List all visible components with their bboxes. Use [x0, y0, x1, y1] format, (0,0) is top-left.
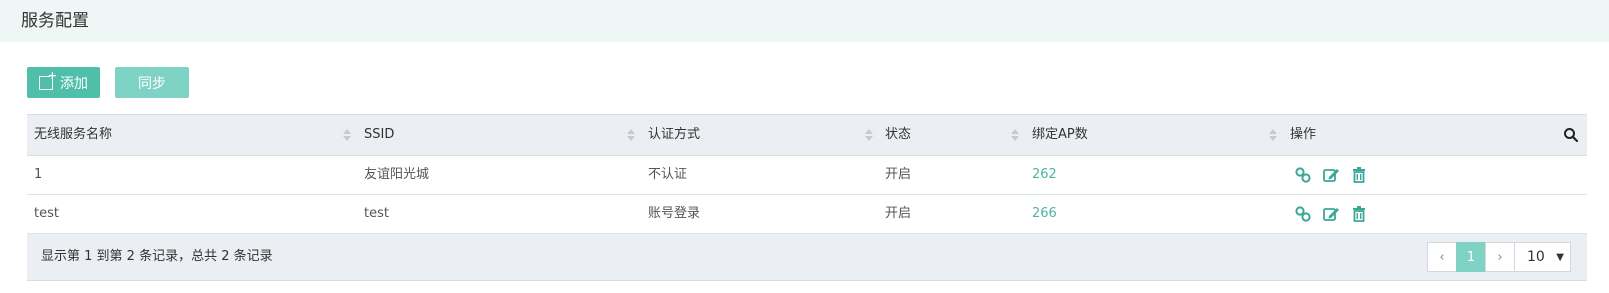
pagination: ‹ 1 › 10 ▼ [1427, 242, 1571, 272]
row-actions [1294, 205, 1368, 223]
edit-icon[interactable] [1322, 205, 1340, 223]
page-title: 服务配置 [21, 11, 89, 31]
column-header-status[interactable]: 状态 [885, 115, 911, 155]
table-row: test test 账号登录 开启 266 [27, 195, 1587, 234]
next-page-button[interactable]: › [1485, 242, 1515, 272]
sort-icon[interactable] [343, 129, 351, 141]
sort-icon[interactable] [865, 129, 873, 141]
column-header-name[interactable]: 无线服务名称 [34, 115, 112, 155]
page-button-current[interactable]: 1 [1456, 242, 1486, 272]
edit-icon[interactable] [1322, 166, 1340, 184]
sync-button-label: 同步 [138, 75, 166, 92]
column-header-auth[interactable]: 认证方式 [648, 115, 700, 155]
page-size-select[interactable]: 10 ▼ [1514, 242, 1571, 272]
cell-status: 开启 [885, 206, 912, 221]
row-actions [1294, 166, 1368, 184]
cell-name: 1 [34, 167, 43, 182]
page-size-value: 10 [1527, 249, 1545, 265]
cell-ap-count-link[interactable]: 266 [1032, 195, 1057, 233]
sort-icon[interactable] [1011, 129, 1019, 141]
prev-page-button[interactable]: ‹ [1427, 242, 1457, 272]
service-table: 无线服务名称 SSID 认证方式 状态 绑定AP数 操作 1 友谊阳光城 不认证… [27, 114, 1587, 281]
record-summary: 显示第 1 到第 2 条记录，总共 2 条记录 [41, 249, 273, 264]
add-button-label: 添加 [60, 75, 88, 92]
search-icon[interactable] [1563, 127, 1579, 143]
cell-ap-count-link[interactable]: 262 [1032, 156, 1057, 194]
sort-icon[interactable] [1269, 129, 1277, 141]
column-header-actions: 操作 [1290, 127, 1317, 142]
trash-icon[interactable] [1350, 205, 1368, 223]
add-button[interactable]: + 添加 [27, 67, 100, 98]
trash-icon[interactable] [1350, 166, 1368, 184]
column-header-ssid[interactable]: SSID [364, 115, 394, 155]
sort-icon[interactable] [627, 129, 635, 141]
cell-ssid: 友谊阳光城 [364, 167, 430, 182]
cell-auth: 账号登录 [648, 206, 701, 221]
cell-status: 开启 [885, 167, 912, 182]
sync-button[interactable]: 同步 [115, 67, 189, 98]
cell-auth: 不认证 [648, 167, 688, 182]
link-icon[interactable] [1294, 166, 1312, 184]
link-icon[interactable] [1294, 205, 1312, 223]
table-footer: 显示第 1 到第 2 条记录，总共 2 条记录 ‹ 1 › 10 ▼ [27, 234, 1587, 281]
column-header-ap-count[interactable]: 绑定AP数 [1032, 115, 1088, 155]
page-header: 服务配置 [0, 0, 1609, 42]
table-row: 1 友谊阳光城 不认证 开启 262 [27, 156, 1587, 195]
table-header: 无线服务名称 SSID 认证方式 状态 绑定AP数 操作 [27, 115, 1587, 156]
cell-name: test [34, 206, 59, 221]
caret-down-icon: ▼ [1556, 251, 1564, 263]
add-box-icon: + [39, 70, 57, 90]
cell-ssid: test [364, 206, 389, 221]
